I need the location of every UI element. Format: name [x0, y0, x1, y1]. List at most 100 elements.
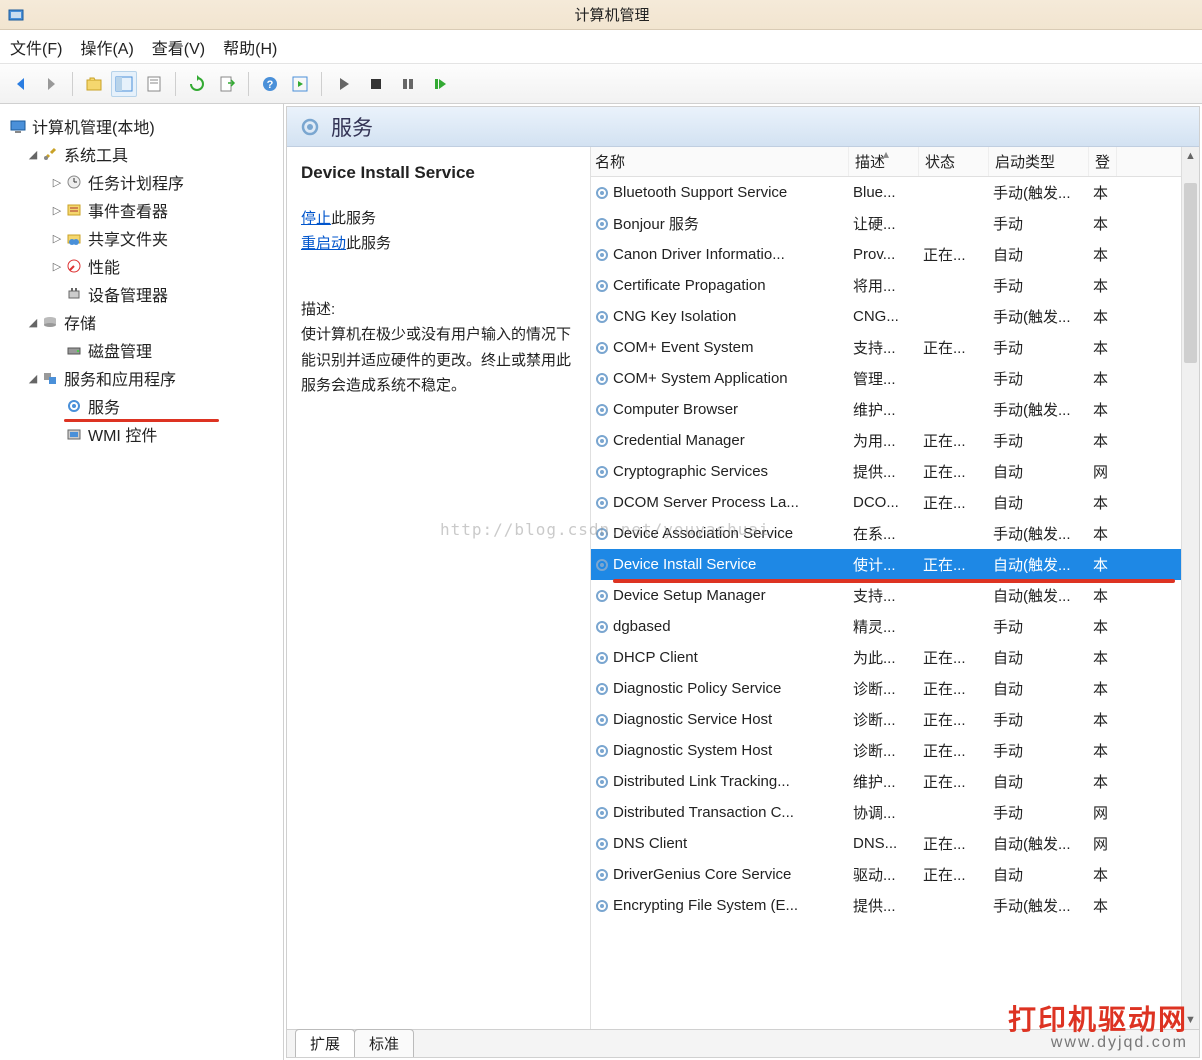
service-row[interactable]: CNG Key IsolationCNG...手动(触发...本	[591, 301, 1181, 332]
services-list: ▴ 名称 描述 状态 启动类型 登 Bluetooth Support Serv…	[591, 147, 1181, 1029]
expand-icon[interactable]: ▷	[50, 176, 64, 189]
service-row[interactable]: DCOM Server Process La...DCO...正在...自动本	[591, 487, 1181, 518]
service-name: Diagnostic Service Host	[613, 711, 849, 728]
storage-icon	[40, 312, 60, 332]
service-row[interactable]: Device Setup Manager支持...自动(触发...本	[591, 580, 1181, 611]
restart-button[interactable]	[430, 74, 450, 94]
tree-device-manager[interactable]: ▷ 设备管理器	[4, 280, 279, 308]
service-row[interactable]: dgbased精灵...手动本	[591, 611, 1181, 642]
window-title: 计算机管理	[30, 4, 1194, 25]
service-startup: 手动	[989, 337, 1089, 358]
service-row[interactable]: DHCP Client为此...正在...自动本	[591, 642, 1181, 673]
service-row[interactable]: Encrypting File System (E...提供...手动(触发..…	[591, 890, 1181, 921]
service-row[interactable]: Computer Browser维护...手动(触发...本	[591, 394, 1181, 425]
service-row[interactable]: DNS ClientDNS...正在...自动(触发...网	[591, 828, 1181, 859]
service-logon: 本	[1089, 585, 1117, 606]
export-button[interactable]	[214, 71, 240, 97]
service-desc: DCO...	[849, 494, 919, 511]
menu-action[interactable]: 操作(A)	[80, 35, 133, 59]
menu-file[interactable]: 文件(F)	[10, 35, 62, 59]
service-row[interactable]: DriverGenius Core Service驱动...正在...自动本	[591, 859, 1181, 890]
tree-root[interactable]: 计算机管理(本地)	[4, 112, 279, 140]
tree-disk-management[interactable]: ▷ 磁盘管理	[4, 336, 279, 364]
tab-standard[interactable]: 标准	[354, 1029, 414, 1057]
collapse-icon[interactable]: ◢	[26, 316, 40, 329]
gear-icon	[591, 867, 613, 883]
column-logon[interactable]: 登	[1089, 147, 1117, 176]
scroll-thumb[interactable]	[1184, 183, 1197, 363]
event-icon	[64, 200, 84, 220]
tree-services-apps[interactable]: ◢ 服务和应用程序	[4, 364, 279, 392]
service-logon: 本	[1089, 430, 1117, 451]
menu-view[interactable]: 查看(V)	[152, 35, 205, 59]
play-button[interactable]	[334, 74, 354, 94]
service-row[interactable]: Canon Driver Informatio...Prov...正在...自动…	[591, 239, 1181, 270]
properties-button[interactable]	[141, 71, 167, 97]
service-row[interactable]: Certificate Propagation将用...手动本	[591, 270, 1181, 301]
service-row[interactable]: Diagnostic System Host诊断...正在...手动本	[591, 735, 1181, 766]
service-row[interactable]: Device Install Service使计...正在...自动(触发...…	[591, 549, 1181, 580]
show-hide-tree-button[interactable]	[111, 71, 137, 97]
stop-button[interactable]	[366, 74, 386, 94]
service-row[interactable]: Diagnostic Service Host诊断...正在...手动本	[591, 704, 1181, 735]
collapse-icon[interactable]: ◢	[26, 372, 40, 385]
service-desc: 精灵...	[849, 616, 919, 637]
service-startup: 手动(触发...	[989, 895, 1089, 916]
menu-help[interactable]: 帮助(H)	[223, 35, 277, 59]
gear-icon	[591, 340, 613, 356]
service-logon: 本	[1089, 306, 1117, 327]
expand-icon[interactable]: ▷	[50, 260, 64, 273]
service-row[interactable]: Distributed Link Tracking...维护...正在...自动…	[591, 766, 1181, 797]
service-row[interactable]: Bonjour 服务让硬...手动本	[591, 208, 1181, 239]
service-row[interactable]: Distributed Transaction C...协调...手动网	[591, 797, 1181, 828]
service-desc: 协调...	[849, 802, 919, 823]
service-status: 正在...	[919, 647, 989, 668]
tree-shared-folders[interactable]: ▷ 共享文件夹	[4, 224, 279, 252]
tab-extended[interactable]: 扩展	[295, 1029, 355, 1057]
up-button[interactable]	[81, 71, 107, 97]
service-row[interactable]: Bluetooth Support ServiceBlue...手动(触发...…	[591, 177, 1181, 208]
service-desc: 管理...	[849, 368, 919, 389]
scroll-track[interactable]	[1182, 165, 1199, 1011]
service-row[interactable]: Diagnostic Policy Service诊断...正在...自动本	[591, 673, 1181, 704]
gear-icon	[591, 650, 613, 666]
gear-icon	[591, 278, 613, 294]
service-desc: 驱动...	[849, 864, 919, 885]
forward-button[interactable]	[38, 71, 64, 97]
gear-icon	[591, 216, 613, 232]
service-name: Encrypting File System (E...	[613, 897, 849, 914]
tree-services[interactable]: ▷ 服务	[4, 392, 279, 420]
service-name: Computer Browser	[613, 401, 849, 418]
service-startup: 手动(触发...	[989, 399, 1089, 420]
tree-event-viewer[interactable]: ▷ 事件查看器	[4, 196, 279, 224]
collapse-icon[interactable]: ◢	[26, 148, 40, 161]
tree-storage[interactable]: ◢ 存储	[4, 308, 279, 336]
column-name[interactable]: 名称	[591, 147, 849, 176]
scroll-up-arrow[interactable]: ▲	[1182, 147, 1199, 165]
tree-performance[interactable]: ▷ 性能	[4, 252, 279, 280]
shared-folder-icon	[64, 228, 84, 248]
service-status: 正在...	[919, 244, 989, 265]
service-row[interactable]: COM+ System Application管理...手动本	[591, 363, 1181, 394]
tree-task-scheduler[interactable]: ▷ 任务计划程序	[4, 168, 279, 196]
service-row[interactable]: Cryptographic Services提供...正在...自动网	[591, 456, 1181, 487]
stop-link[interactable]: 停止	[301, 210, 331, 227]
help-button[interactable]: ?	[257, 71, 283, 97]
column-status[interactable]: 状态	[919, 147, 989, 176]
pause-button[interactable]	[398, 74, 418, 94]
refresh-button[interactable]	[184, 71, 210, 97]
expand-icon[interactable]: ▷	[50, 232, 64, 245]
tree-wmi[interactable]: ▷ WMI 控件	[4, 420, 279, 448]
column-startup[interactable]: 启动类型	[989, 147, 1089, 176]
service-startup: 自动	[989, 771, 1089, 792]
service-row[interactable]: COM+ Event System支持...正在...手动本	[591, 332, 1181, 363]
vertical-scrollbar[interactable]: ▲ ▼	[1181, 147, 1199, 1029]
restart-link[interactable]: 重启动	[301, 235, 346, 252]
service-row[interactable]: Device Association Service在系...手动(触发...本	[591, 518, 1181, 549]
tree-system-tools[interactable]: ◢ 系统工具	[4, 140, 279, 168]
service-startup: 自动(触发...	[989, 833, 1089, 854]
action-button[interactable]	[287, 71, 313, 97]
back-button[interactable]	[8, 71, 34, 97]
service-row[interactable]: Credential Manager为用...正在...手动本	[591, 425, 1181, 456]
expand-icon[interactable]: ▷	[50, 204, 64, 217]
